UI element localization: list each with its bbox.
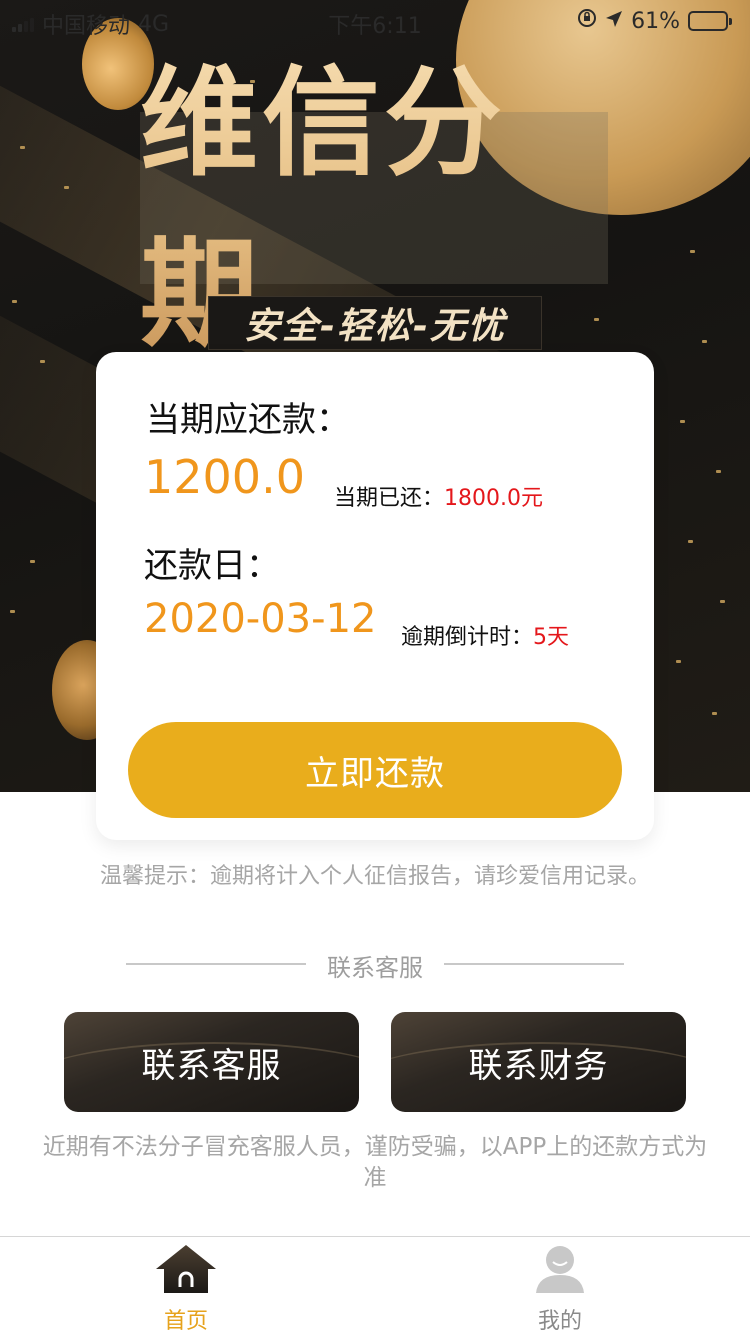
contact-customer-service-label: 联系客服 (141, 1045, 282, 1086)
countdown-value: 5天 (533, 625, 570, 650)
contact-finance-button[interactable]: 联系财务 (391, 1012, 686, 1112)
hero-speck (10, 610, 15, 613)
app-title-banner: 维信分期 (140, 54, 608, 363)
battery-percent: 61% (631, 8, 680, 34)
contact-section-header: 联系客服 (126, 948, 624, 982)
tab-mine[interactable]: 我的 (500, 1243, 620, 1334)
hero-speck (12, 300, 17, 303)
hero-speck (64, 186, 69, 189)
hero-speck (676, 660, 681, 663)
fraud-warning: 近期有不法分子冒充客服人员，谨防受骗，以APP上的还款方式为准 (42, 1134, 708, 1191)
hero-speck (688, 540, 693, 543)
hero-speck (30, 560, 35, 563)
due-amount-label: 当期应还款： (146, 400, 350, 440)
hero-speck (702, 340, 707, 343)
tab-mine-label: 我的 (537, 1309, 582, 1334)
contact-customer-service-button[interactable]: 联系客服 (64, 1012, 359, 1112)
divider-line (444, 963, 624, 965)
hero-speck (716, 470, 721, 473)
contact-section-title: 联系客服 (327, 954, 423, 982)
due-date-label: 还款日： (144, 546, 280, 586)
due-date: 2020-03-12 (144, 596, 377, 642)
hero-speck (680, 420, 685, 423)
hero-speck (40, 360, 45, 363)
paid-info: 当期已还：1800.0元 (334, 480, 543, 512)
due-amount: 1200.0 (144, 450, 305, 504)
hero-speck (690, 250, 695, 253)
repayment-card: 当期应还款： 1200.0 当期已还：1800.0元 还款日： 2020-03-… (96, 352, 654, 840)
countdown-label: 逾期倒计时： (401, 625, 534, 650)
hero-speck (712, 712, 717, 715)
user-icon (532, 1243, 588, 1299)
paid-label: 当期已还： (334, 486, 445, 511)
slogan: 安全-轻松-无忧 (244, 306, 506, 347)
paid-amount: 1800.0元 (444, 486, 543, 511)
pay-now-button[interactable]: 立即还款 (128, 722, 622, 818)
battery-icon (688, 11, 732, 31)
countdown-info: 逾期倒计时：5天 (401, 619, 569, 651)
bottom-tab-bar: 首页 我的 (0, 1236, 750, 1334)
hero-speck (20, 146, 25, 149)
credit-tip: 温馨提示：逾期将计入个人征信报告，请珍爱信用记录。 (99, 864, 650, 889)
tab-home-label: 首页 (163, 1309, 208, 1334)
slogan-banner: 安全-轻松-无忧 (208, 296, 542, 350)
hero-speck (720, 600, 725, 603)
tab-home[interactable]: 首页 (126, 1243, 246, 1334)
contact-finance-label: 联系财务 (468, 1045, 609, 1086)
home-icon (154, 1243, 218, 1299)
